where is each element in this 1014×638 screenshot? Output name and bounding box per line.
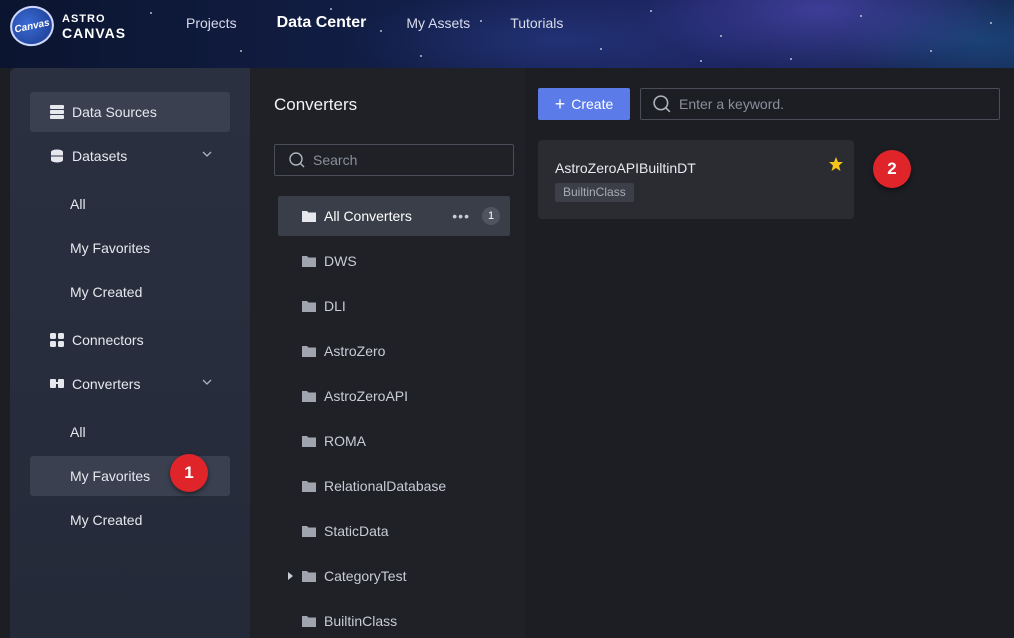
tree-item-label: ROMA bbox=[324, 433, 366, 449]
tree-item-label: AstroZeroAPI bbox=[324, 388, 409, 404]
tree-item-astrozero[interactable]: AstroZero bbox=[278, 331, 510, 371]
keyword-search bbox=[640, 88, 1000, 120]
connectors-icon bbox=[50, 333, 64, 347]
tree-item-astrozeroapi[interactable]: AstroZeroAPI bbox=[278, 376, 510, 416]
converter-card-title: AstroZeroAPIBuiltinDT bbox=[555, 160, 696, 176]
more-options-icon[interactable]: ••• bbox=[452, 208, 470, 224]
nav-projects[interactable]: Projects bbox=[186, 15, 237, 31]
folder-icon bbox=[302, 571, 316, 582]
folder-icon bbox=[302, 346, 316, 357]
tree-item-label: AstroZero bbox=[324, 343, 386, 359]
tree-item-label: All Converters bbox=[324, 208, 412, 224]
folder-icon bbox=[302, 211, 316, 222]
tree-item-all-converters[interactable]: All Converters ••• 1 bbox=[278, 196, 510, 236]
sidebar-item-data-sources[interactable]: Data Sources bbox=[30, 92, 230, 132]
sidebar-item-label: Datasets bbox=[72, 148, 128, 164]
sidebar-item-label: Data Sources bbox=[72, 104, 157, 120]
sidebar-item-datasets[interactable]: Datasets bbox=[30, 136, 230, 176]
search-icon bbox=[289, 152, 305, 168]
tree-item-builtinclass[interactable]: BuiltinClass bbox=[278, 601, 510, 638]
chevron-down-icon bbox=[202, 151, 212, 157]
nav-my-assets[interactable]: My Assets bbox=[406, 15, 470, 31]
panel-title: Converters bbox=[274, 95, 358, 114]
tree-item-label: CategoryTest bbox=[324, 568, 407, 584]
tree-item-dli[interactable]: DLI bbox=[278, 286, 510, 326]
sidebar-item-converters[interactable]: Converters bbox=[30, 364, 230, 404]
create-button[interactable]: + Create bbox=[538, 88, 630, 120]
main-nav: Projects Data Center My Assets Tutorials bbox=[186, 0, 603, 46]
count-badge: 1 bbox=[482, 207, 500, 225]
sidebar-item-datasets-all[interactable]: All bbox=[30, 184, 230, 224]
sidebar-item-converters-created[interactable]: My Created bbox=[30, 500, 230, 540]
converter-category-panel: Converters All Converters ••• 1 DWS DLI … bbox=[250, 68, 525, 638]
annotation-marker-2: 2 bbox=[873, 150, 911, 188]
tree-item-categorytest[interactable]: CategoryTest bbox=[278, 556, 510, 596]
tree-item-dws[interactable]: DWS bbox=[278, 241, 510, 281]
create-button-label: Create bbox=[571, 96, 614, 112]
category-search bbox=[274, 144, 514, 176]
folder-icon bbox=[302, 616, 316, 627]
tree-item-label: DLI bbox=[324, 298, 346, 314]
logo-line-astro: ASTRO bbox=[62, 13, 106, 25]
sidebar-item-label: Connectors bbox=[72, 332, 144, 348]
sidebar-item-label: Converters bbox=[72, 376, 141, 392]
sidebar-item-datasets-favorites[interactable]: My Favorites bbox=[30, 228, 230, 268]
folder-icon bbox=[302, 391, 316, 402]
tree-item-label: RelationalDatabase bbox=[324, 478, 447, 494]
converter-card-tag: BuiltinClass bbox=[555, 183, 634, 202]
database-icon bbox=[50, 105, 64, 119]
sidebar-item-converters-all[interactable]: All bbox=[30, 412, 230, 452]
sidebar: Data Sources Datasets All My Favorites M… bbox=[10, 68, 250, 638]
folder-icon bbox=[302, 256, 316, 267]
folder-icon bbox=[302, 301, 316, 312]
dataset-icon bbox=[51, 149, 63, 163]
expand-caret-icon[interactable] bbox=[288, 572, 293, 580]
sidebar-item-connectors[interactable]: Connectors bbox=[30, 320, 230, 360]
sidebar-item-datasets-created[interactable]: My Created bbox=[30, 272, 230, 312]
tree-item-staticdata[interactable]: StaticData bbox=[278, 511, 510, 551]
logo-badge: Canvas bbox=[6, 1, 58, 51]
tree-item-relationaldatabase[interactable]: RelationalDatabase bbox=[278, 466, 510, 506]
folder-icon bbox=[302, 481, 316, 492]
converter-card[interactable]: AstroZeroAPIBuiltinDT BuiltinClass bbox=[538, 140, 854, 219]
tree-item-label: BuiltinClass bbox=[324, 613, 398, 629]
tree-item-label: StaticData bbox=[324, 523, 389, 539]
folder-icon bbox=[302, 526, 316, 537]
folder-icon bbox=[302, 436, 316, 447]
converters-icon bbox=[50, 379, 64, 388]
converter-list-panel: + Create AstroZeroAPIBuiltinDT BuiltinCl… bbox=[525, 68, 1014, 638]
nav-data-center[interactable]: Data Center bbox=[277, 14, 367, 32]
annotation-marker-1: 1 bbox=[170, 454, 208, 492]
plus-icon: + bbox=[554, 94, 566, 114]
keyword-search-input[interactable] bbox=[679, 96, 979, 112]
logo-line-canvas: CANVAS bbox=[62, 25, 127, 41]
chevron-down-icon bbox=[202, 379, 212, 385]
app-logo[interactable]: Canvas ASTRO CANVAS bbox=[6, 1, 127, 51]
tree-item-label: DWS bbox=[324, 253, 357, 269]
tree-item-roma[interactable]: ROMA bbox=[278, 421, 510, 461]
search-icon bbox=[653, 95, 671, 113]
top-bar: Canvas ASTRO CANVAS Projects Data Center… bbox=[0, 0, 1014, 68]
star-icon[interactable] bbox=[828, 156, 844, 172]
category-search-input[interactable] bbox=[313, 152, 493, 168]
nav-tutorials[interactable]: Tutorials bbox=[510, 15, 563, 31]
